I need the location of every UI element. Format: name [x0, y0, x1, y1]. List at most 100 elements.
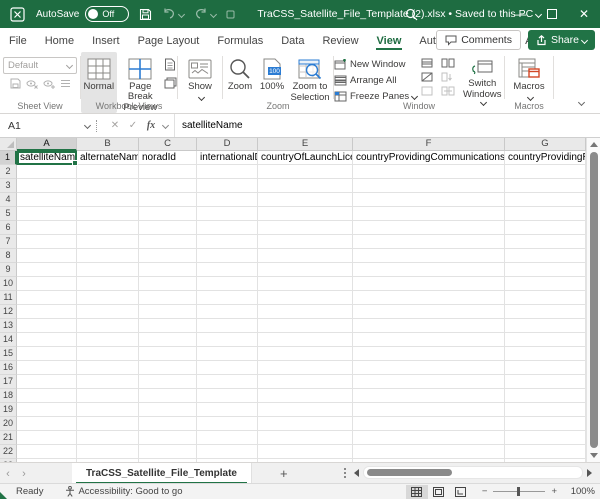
row-header-11[interactable]: 11: [0, 291, 17, 305]
cell-E9[interactable]: [258, 263, 353, 277]
tab-data[interactable]: Data: [272, 31, 313, 50]
cell-E3[interactable]: [258, 179, 353, 193]
row-header-3[interactable]: 3: [0, 179, 17, 193]
keep-sheet-view-icon[interactable]: [10, 78, 21, 89]
cell-E21[interactable]: [258, 431, 353, 445]
zoom-slider-thumb[interactable]: [517, 487, 520, 496]
cell-G3[interactable]: [505, 179, 586, 193]
unhide-window-icon[interactable]: [421, 86, 437, 96]
tab-file[interactable]: File: [0, 31, 36, 50]
show-button[interactable]: Show: [180, 52, 220, 100]
cell-F3[interactable]: [353, 179, 505, 193]
cell-A1[interactable]: satelliteName: [17, 151, 77, 165]
touch-mode-icon[interactable]: [226, 10, 235, 19]
cell-G22[interactable]: [505, 445, 586, 459]
horizontal-scroll-thumb[interactable]: [367, 469, 452, 476]
row-header-1[interactable]: 1: [0, 151, 17, 165]
cell-E8[interactable]: [258, 249, 353, 263]
exit-sheet-view-icon[interactable]: [26, 78, 38, 89]
cell-G13[interactable]: [505, 319, 586, 333]
cell-A2[interactable]: [17, 165, 77, 179]
cell-C19[interactable]: [139, 403, 197, 417]
cell-C7[interactable]: [139, 235, 197, 249]
cell-A10[interactable]: [17, 277, 77, 291]
cell-D3[interactable]: [197, 179, 258, 193]
cell-B1[interactable]: alternateNames: [77, 151, 139, 165]
cell-B9[interactable]: [77, 263, 139, 277]
cell-C20[interactable]: [139, 417, 197, 431]
cell-C18[interactable]: [139, 389, 197, 403]
cell-D9[interactable]: [197, 263, 258, 277]
cell-F8[interactable]: [353, 249, 505, 263]
row-header-2[interactable]: 2: [0, 165, 17, 179]
cell-C14[interactable]: [139, 333, 197, 347]
enter-icon[interactable]: ✓: [124, 120, 142, 131]
row-header-4[interactable]: 4: [0, 193, 17, 207]
cell-A18[interactable]: [17, 389, 77, 403]
cell-C3[interactable]: [139, 179, 197, 193]
cell-A8[interactable]: [17, 249, 77, 263]
scroll-right-icon[interactable]: [587, 469, 592, 477]
cell-B19[interactable]: [77, 403, 139, 417]
cell-G19[interactable]: [505, 403, 586, 417]
cell-B13[interactable]: [77, 319, 139, 333]
cell-A17[interactable]: [17, 375, 77, 389]
cell-G10[interactable]: [505, 277, 586, 291]
collapse-ribbon-icon[interactable]: [578, 99, 585, 106]
cell-E20[interactable]: [258, 417, 353, 431]
cell-C13[interactable]: [139, 319, 197, 333]
cell-D17[interactable]: [197, 375, 258, 389]
scroll-down-icon[interactable]: [590, 453, 598, 458]
cell-E16[interactable]: [258, 361, 353, 375]
cell-E22[interactable]: [258, 445, 353, 459]
cell-F4[interactable]: [353, 193, 505, 207]
cell-G20[interactable]: [505, 417, 586, 431]
cancel-icon[interactable]: ✕: [106, 120, 124, 131]
save-button[interactable]: [139, 8, 152, 21]
cell-E4[interactable]: [258, 193, 353, 207]
cell-A15[interactable]: [17, 347, 77, 361]
cell-A4[interactable]: [17, 193, 77, 207]
zoom-slider[interactable]: [493, 491, 545, 492]
scrollbar-split-handle[interactable]: [344, 468, 346, 478]
cell-E11[interactable]: [258, 291, 353, 305]
column-header-G[interactable]: G: [505, 138, 586, 151]
row-header-13[interactable]: 13: [0, 319, 17, 333]
cell-C22[interactable]: [139, 445, 197, 459]
cell-C15[interactable]: [139, 347, 197, 361]
search-icon[interactable]: [405, 8, 418, 21]
row-header-7[interactable]: 7: [0, 235, 17, 249]
cell-B20[interactable]: [77, 417, 139, 431]
cell-G9[interactable]: [505, 263, 586, 277]
cell-C16[interactable]: [139, 361, 197, 375]
cell-F21[interactable]: [353, 431, 505, 445]
page-layout-view-icon[interactable]: [164, 58, 177, 71]
hide-window-icon[interactable]: [421, 72, 437, 82]
zoom-out-icon[interactable]: −: [482, 486, 488, 497]
zoom-in-icon[interactable]: +: [551, 486, 557, 497]
cell-B14[interactable]: [77, 333, 139, 347]
row-header-9[interactable]: 9: [0, 263, 17, 277]
cell-D16[interactable]: [197, 361, 258, 375]
view-page-break-button[interactable]: [450, 485, 472, 499]
cell-F19[interactable]: [353, 403, 505, 417]
cell-F9[interactable]: [353, 263, 505, 277]
row-header-14[interactable]: 14: [0, 333, 17, 347]
cell-B16[interactable]: [77, 361, 139, 375]
cell-C9[interactable]: [139, 263, 197, 277]
cell-C6[interactable]: [139, 221, 197, 235]
tab-review[interactable]: Review: [313, 31, 367, 50]
cell-G21[interactable]: [505, 431, 586, 445]
column-header-C[interactable]: C: [139, 138, 197, 151]
cell-C10[interactable]: [139, 277, 197, 291]
cell-G12[interactable]: [505, 305, 586, 319]
cell-F10[interactable]: [353, 277, 505, 291]
row-header-10[interactable]: 10: [0, 277, 17, 291]
cell-D21[interactable]: [197, 431, 258, 445]
cell-D15[interactable]: [197, 347, 258, 361]
cell-G4[interactable]: [505, 193, 586, 207]
column-header-A[interactable]: A: [17, 138, 77, 151]
cell-A21[interactable]: [17, 431, 77, 445]
cell-E12[interactable]: [258, 305, 353, 319]
fx-dropdown-icon[interactable]: [162, 122, 169, 129]
